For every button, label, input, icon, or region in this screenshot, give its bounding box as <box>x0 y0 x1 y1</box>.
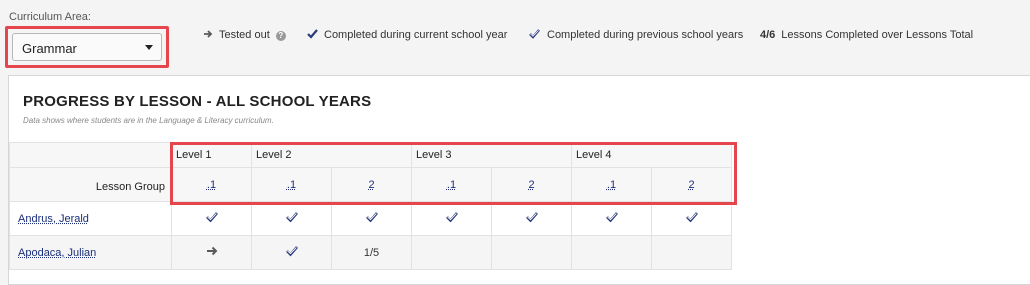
lesson-header-row: Lesson Group .1 .1 2 .1 2 .1 2 <box>9 167 732 202</box>
lesson-ratio: 1/5 <box>363 246 380 259</box>
progress-cell[interactable] <box>491 201 572 236</box>
legend-tested-out-label: Tested out <box>219 29 270 41</box>
double-check-icon <box>529 29 540 39</box>
lesson-link[interactable]: .1 <box>207 179 216 191</box>
double-check-icon <box>285 246 298 257</box>
progress-cell[interactable] <box>411 201 492 236</box>
level-header: Level 3 <box>411 142 572 168</box>
progress-cell[interactable] <box>651 235 732 270</box>
progress-cell[interactable] <box>171 235 252 270</box>
progress-table: Level 1 Level 2 Level 3 Level 4 Lesson G… <box>9 142 732 270</box>
lesson-link[interactable]: 2 <box>688 179 694 191</box>
double-check-icon <box>205 212 218 223</box>
table-row: Apodaca, Julian 1/5 <box>9 235 732 270</box>
legend-ratio: 4/6 Lessons Completed over Lessons Total <box>760 29 973 41</box>
lesson-cell: .1 <box>171 167 252 202</box>
progress-cell[interactable] <box>651 201 732 236</box>
legend-completed-current: Completed during current school year <box>307 29 507 41</box>
progress-cell[interactable] <box>411 235 492 270</box>
student-name-cell: Apodaca, Julian <box>9 235 172 270</box>
legend-ratio-example: 4/6 <box>760 29 776 41</box>
legend-ratio-label: Lessons Completed over Lessons Total <box>781 29 974 41</box>
curriculum-area-highlight: Grammar <box>5 26 169 68</box>
lesson-link[interactable]: 2 <box>528 179 534 191</box>
table-row: Andrus, Jerald <box>9 201 732 236</box>
progress-cell[interactable] <box>571 201 652 236</box>
progress-cell[interactable] <box>251 201 332 236</box>
lesson-cell: .1 <box>411 167 492 202</box>
progress-cell[interactable]: 1/5 <box>331 235 412 270</box>
progress-cell[interactable] <box>331 201 412 236</box>
legend-tested-out: Tested out? <box>203 29 286 41</box>
student-name-link[interactable]: Apodaca, Julian <box>18 247 96 259</box>
lesson-link[interactable]: .1 <box>607 179 616 191</box>
legend-completed-current-label: Completed during current school year <box>324 29 508 41</box>
progress-cell[interactable] <box>171 201 252 236</box>
legend-completed-previous: Completed during previous school years <box>529 29 743 41</box>
double-check-icon <box>605 212 618 223</box>
lesson-link[interactable]: 2 <box>368 179 374 191</box>
lesson-link[interactable]: .1 <box>447 179 456 191</box>
lesson-cell: 2 <box>651 167 732 202</box>
curriculum-area-label: Curriculum Area: <box>9 11 91 23</box>
arrow-right-icon <box>206 246 217 256</box>
level-header-row: Level 1 Level 2 Level 3 Level 4 <box>9 142 732 168</box>
lesson-cell: 2 <box>331 167 412 202</box>
progress-cell[interactable] <box>251 235 332 270</box>
double-check-icon <box>685 212 698 223</box>
level-header: Level 4 <box>571 142 732 168</box>
panel-title: PROGRESS BY LESSON - ALL SCHOOL YEARS <box>23 93 372 110</box>
level-header: Level 2 <box>251 142 412 168</box>
check-icon <box>307 29 318 39</box>
lesson-link[interactable]: .1 <box>287 179 296 191</box>
curriculum-area-value: Grammar <box>22 41 77 56</box>
lesson-cell: .1 <box>571 167 652 202</box>
student-name-cell: Andrus, Jerald <box>9 201 172 236</box>
top-bar: Curriculum Area: Grammar Tested out? Com… <box>0 0 1030 70</box>
progress-panel: PROGRESS BY LESSON - ALL SCHOOL YEARS Da… <box>8 75 1030 285</box>
lesson-cell: .1 <box>251 167 332 202</box>
caret-down-icon <box>145 45 153 50</box>
double-check-icon <box>445 212 458 223</box>
arrow-right-icon <box>204 30 213 38</box>
help-icon[interactable]: ? <box>275 31 286 41</box>
panel-subtitle: Data shows where students are in the Lan… <box>23 116 274 125</box>
level-header: Level 1 <box>171 142 252 168</box>
progress-cell[interactable] <box>571 235 652 270</box>
curriculum-area-select[interactable]: Grammar <box>12 33 162 61</box>
double-check-icon <box>525 212 538 223</box>
lesson-cell: 2 <box>491 167 572 202</box>
student-name-link[interactable]: Andrus, Jerald <box>18 213 89 225</box>
legend-completed-previous-label: Completed during previous school years <box>547 29 744 41</box>
empty-corner <box>9 142 172 168</box>
double-check-icon <box>285 212 298 223</box>
double-check-icon <box>365 212 378 223</box>
progress-cell[interactable] <box>491 235 572 270</box>
lesson-group-label: Lesson Group <box>9 167 172 202</box>
